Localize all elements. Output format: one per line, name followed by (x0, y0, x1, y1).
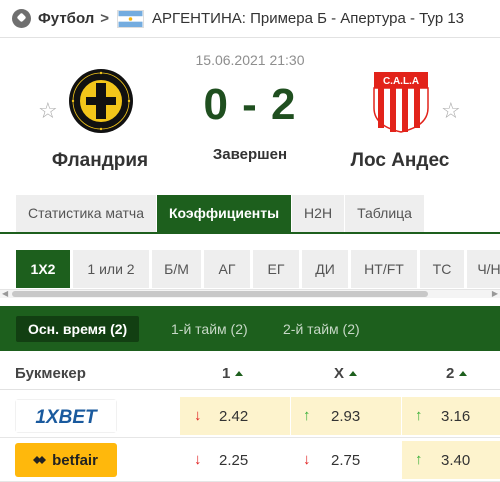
scroll-right-icon[interactable]: ▶ (492, 289, 498, 298)
market-tab-asian-handicap[interactable]: АГ (204, 250, 250, 288)
header-col-2[interactable]: 2 (446, 365, 468, 382)
svg-text:C.A.L.A: C.A.L.A (383, 76, 419, 87)
market-tab-correct-score[interactable]: ТС (420, 250, 464, 288)
breadcrumb-chevron-icon: > (100, 10, 110, 27)
odds-cell-1[interactable]: ↓ 2.25 (180, 441, 290, 479)
away-team-logo[interactable]: C.A.L.A (368, 68, 434, 134)
odds-up-arrow-icon: ↑ (415, 451, 423, 468)
odds-cell-x[interactable]: ↑ 2.93 (291, 397, 401, 435)
tab-odds[interactable]: Коэффициенты (157, 195, 292, 232)
odds-down-arrow-icon: ↓ (194, 407, 202, 424)
home-team-logo[interactable] (68, 68, 134, 134)
period-tab-first-half[interactable]: 1-й тайм (2) (171, 316, 248, 342)
svg-text:betfair: betfair (52, 452, 98, 469)
breadcrumb-sport-link[interactable]: Футбол (38, 10, 94, 27)
market-tab-1x2[interactable]: 1X2 (16, 250, 70, 288)
svg-text:1XBET: 1XBET (35, 407, 98, 428)
odds-down-arrow-icon: ↓ (303, 451, 311, 468)
away-team-name[interactable]: Лос Андес (320, 150, 480, 172)
breadcrumb: Футбол > АРГЕНТИНА: Примера Б - Апертура… (0, 0, 500, 38)
sort-up-icon (349, 371, 358, 376)
market-tab-european-handicap[interactable]: ЕГ (253, 250, 299, 288)
tabs-divider (0, 232, 500, 234)
sort-up-icon (459, 371, 468, 376)
soccer-ball-icon (12, 9, 31, 28)
period-tab-second-half[interactable]: 2-й тайм (2) (283, 316, 360, 342)
table-row: 1XBET ↓ 2.42 ↑ 2.93 ↑ 3.16 (0, 394, 500, 438)
odds-cell-1[interactable]: ↓ 2.42 (180, 397, 290, 435)
table-row: betfair ↓ 2.25 ↓ 2.75 ↑ 3.40 (0, 438, 500, 482)
market-tabs: 1X2 1 или 2 Б/М АГ ЕГ ДИ HT/FT ТС Ч/Н (16, 250, 500, 288)
sort-up-icon (235, 371, 244, 376)
scrollbar-thumb[interactable] (12, 291, 428, 297)
market-tab-over-under[interactable]: Б/М (152, 250, 201, 288)
match-tabs: Статистика матча Коэффициенты H2H Таблиц… (16, 195, 425, 232)
odds-cell-2[interactable]: ↑ 3.40 (402, 441, 500, 479)
odds-cell-x[interactable]: ↓ 2.75 (291, 441, 401, 479)
argentina-flag-icon (117, 9, 145, 28)
match-score: 0 - 2 (203, 80, 297, 129)
tab-h2h[interactable]: H2H (292, 195, 345, 232)
tab-statistics[interactable]: Статистика матча (16, 195, 157, 232)
header-bookmaker: Букмекер (15, 365, 86, 382)
market-tab-ht-ft[interactable]: HT/FT (351, 250, 417, 288)
market-tab-double-chance[interactable]: 1 или 2 (73, 250, 149, 288)
scroll-left-icon[interactable]: ◀ (2, 289, 8, 298)
odds-up-arrow-icon: ↑ (415, 407, 423, 424)
match-datetime: 15.06.2021 21:30 (195, 52, 305, 68)
tab-standings[interactable]: Таблица (345, 195, 424, 232)
bookmaker-logo-1xbet[interactable]: 1XBET (15, 399, 117, 433)
breadcrumb-tournament-link[interactable]: АРГЕНТИНА: Примера Б - Апертура - Тур 13 (152, 10, 464, 27)
market-tab-odd-even[interactable]: Ч/Н (467, 250, 500, 288)
period-tabs: Осн. время (2) 1-й тайм (2) 2-й тайм (2) (0, 306, 500, 351)
bookmaker-logo-betfair[interactable]: betfair (15, 443, 117, 477)
odds-down-arrow-icon: ↓ (194, 451, 202, 468)
market-tabs-scrollbar[interactable]: ◀ ▶ (0, 289, 500, 298)
odds-up-arrow-icon: ↑ (303, 407, 311, 424)
market-tab-draw-no-bet[interactable]: ДИ (302, 250, 348, 288)
header-col-x[interactable]: X (334, 365, 358, 382)
odds-table-header: Букмекер 1 X 2 (0, 356, 500, 390)
header-col-1[interactable]: 1 (222, 365, 244, 382)
odds-cell-2[interactable]: ↑ 3.16 (402, 397, 500, 435)
home-favorite-star-icon[interactable]: ☆ (38, 100, 58, 122)
period-tab-full-time[interactable]: Осн. время (2) (16, 316, 140, 342)
away-favorite-star-icon[interactable]: ☆ (441, 100, 461, 122)
